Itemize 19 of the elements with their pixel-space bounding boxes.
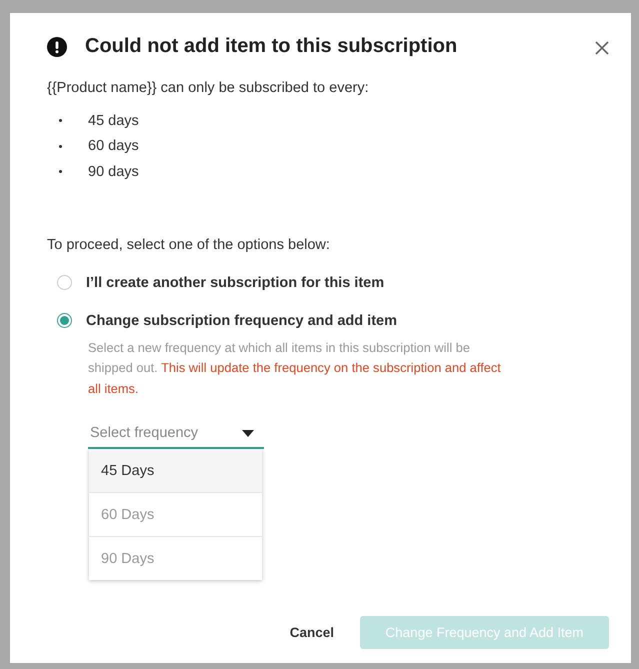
dialog-title: Could not add item to this subscription <box>85 35 458 58</box>
bullet-icon <box>59 170 62 174</box>
radio-button[interactable] <box>57 313 72 328</box>
prompt-text: To proceed, select one of the options below: <box>47 236 331 252</box>
bullet-icon <box>59 144 62 148</box>
intro-text: {{Product name}} can only be subscribed to every: <box>47 80 370 96</box>
radio-button[interactable] <box>57 275 72 290</box>
bullet-icon <box>59 119 62 122</box>
option-label[interactable]: Change subscription frequency and add item <box>86 312 397 328</box>
close-icon[interactable] <box>595 40 609 54</box>
frequency-text: 60 days <box>88 138 139 154</box>
dropdown-option[interactable]: 45 Days <box>89 449 262 493</box>
hint-text: Select a new frequency at which all items in this subscription will be shipped out. This will update the frequency on the subscription and affect all items. <box>88 338 502 398</box>
alert-icon <box>47 36 67 56</box>
cancel-button[interactable]: Cancel <box>290 617 334 648</box>
caret-icon <box>242 430 254 436</box>
frequency-text: 45 days <box>88 112 139 129</box>
frequency-text: 90 days <box>88 164 139 180</box>
option-label[interactable]: I’ll create another subscription for this item <box>86 274 384 290</box>
